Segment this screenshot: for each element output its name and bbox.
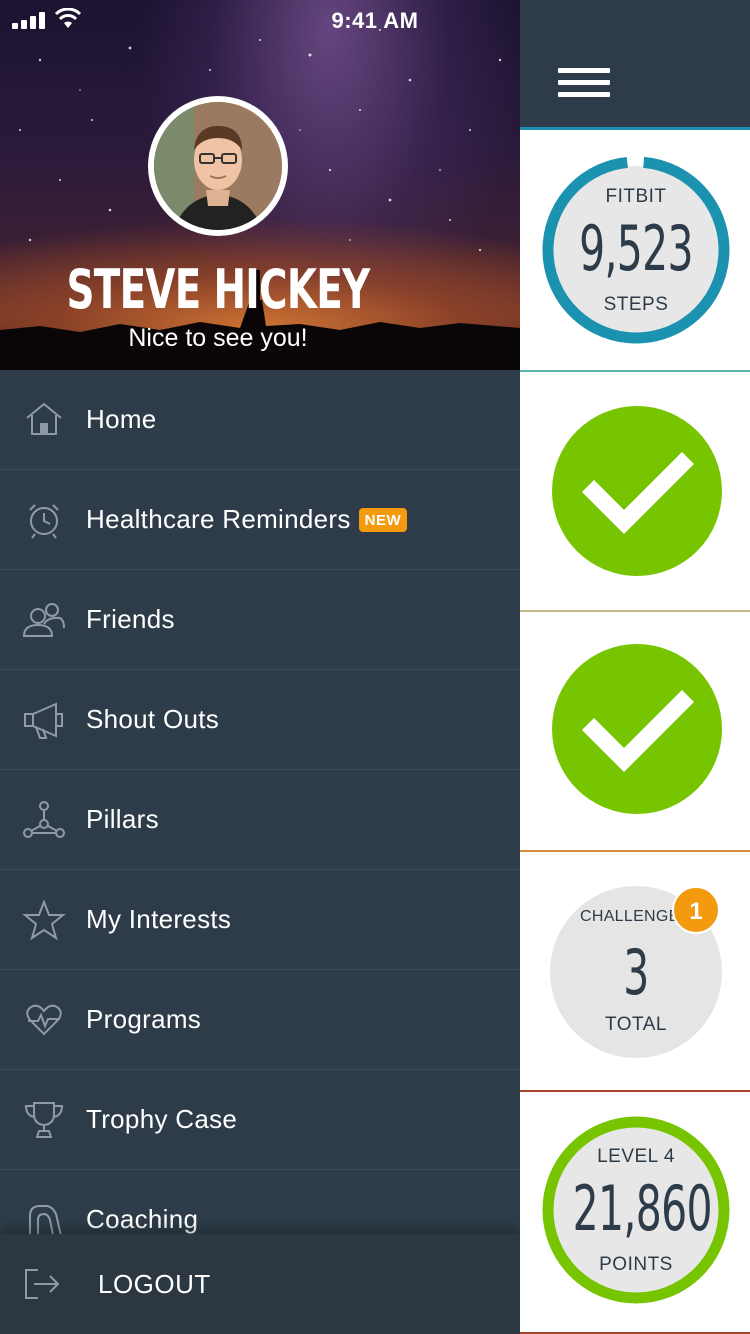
- checkmark-icon: [581, 689, 695, 773]
- menu-label: Trophy Case: [86, 1104, 238, 1134]
- level-label: LEVEL 4: [597, 1146, 675, 1167]
- menu-label: Programs: [86, 1004, 202, 1034]
- logout-label: LOGOUT: [98, 1268, 211, 1299]
- points-value: 21,860: [572, 1172, 713, 1245]
- menu-label: My Interests: [86, 904, 232, 934]
- menu-item-healthcare-reminders[interactable]: Healthcare Reminders NEW: [0, 470, 520, 570]
- star-icon: [22, 900, 66, 940]
- menu-item-my-interests[interactable]: My Interests: [0, 870, 520, 970]
- home-icon: [26, 402, 62, 435]
- menu-label: Healthcare Reminders: [86, 504, 351, 534]
- menu-item-programs[interactable]: Programs: [0, 970, 520, 1070]
- checkmark-badge: [552, 644, 722, 814]
- navigation-drawer: 9:41 AM STEVE HICKEY Nice to see you! Ho…: [0, 0, 520, 1334]
- hamburger-menu-icon[interactable]: [558, 68, 610, 100]
- checkmark-icon: [581, 451, 695, 535]
- megaphone-icon: [24, 702, 63, 739]
- checkmark-badge: [552, 406, 722, 576]
- points-unit-label: POINTS: [599, 1254, 673, 1275]
- challenges-tile[interactable]: CHALLENGES 3 TOTAL 1: [520, 852, 750, 1092]
- menu-item-pillars[interactable]: Pillars: [0, 770, 520, 870]
- status-time: 9:41 AM: [331, 8, 419, 33]
- challenges-total-label: TOTAL: [605, 1014, 667, 1035]
- user-name: STEVE HICKEY: [66, 258, 370, 321]
- dashboard-header: [520, 0, 750, 130]
- completed-tile-2[interactable]: [520, 612, 750, 852]
- steps-source-label: FITBIT: [605, 186, 667, 207]
- steps-value: 9,523: [579, 212, 694, 285]
- menu-item-trophy-case[interactable]: Trophy Case: [0, 1070, 520, 1170]
- menu-label: Shout Outs: [86, 704, 220, 734]
- completed-tile-1[interactable]: [520, 372, 750, 612]
- status-bar: 9:41 AM: [0, 0, 520, 40]
- avatar[interactable]: [148, 96, 288, 236]
- points-tile[interactable]: LEVEL 4 21,860 POINTS: [520, 1092, 750, 1334]
- new-badge: NEW: [358, 507, 408, 532]
- steps-unit-label: STEPS: [603, 294, 669, 315]
- pillars-icon: [23, 801, 65, 838]
- dashboard-panel[interactable]: FITBIT 9,523 STEPS CHALLENGES 3 TOTAL 1 …: [520, 0, 750, 1334]
- trophy-icon: [24, 1102, 64, 1138]
- menu-label: Coaching: [86, 1204, 199, 1234]
- user-photo: [154, 102, 282, 230]
- profile-header: 9:41 AM STEVE HICKEY Nice to see you!: [0, 0, 520, 370]
- menu-item-home[interactable]: Home: [0, 370, 520, 470]
- greeting-text: Nice to see you!: [128, 324, 308, 352]
- logout-button[interactable]: LOGOUT: [0, 1234, 520, 1334]
- drawer-menu: Home Healthcare Reminders NEW Friends Sh…: [0, 370, 520, 1270]
- alarm-clock-icon: [29, 504, 59, 539]
- heart-pulse-icon: [26, 1004, 62, 1036]
- logout-icon: [25, 1269, 60, 1299]
- challenges-value: 3: [623, 936, 649, 1009]
- fitbit-steps-tile[interactable]: FITBIT 9,523 STEPS: [520, 132, 750, 372]
- menu-item-shout-outs[interactable]: Shout Outs: [0, 670, 520, 770]
- menu-label: Home: [86, 404, 157, 434]
- menu-label: Pillars: [86, 804, 159, 834]
- menu-item-friends[interactable]: Friends: [0, 570, 520, 670]
- menu-label: Friends: [86, 604, 175, 634]
- friends-icon: [22, 603, 65, 637]
- challenges-notification-badge: 1: [672, 886, 720, 934]
